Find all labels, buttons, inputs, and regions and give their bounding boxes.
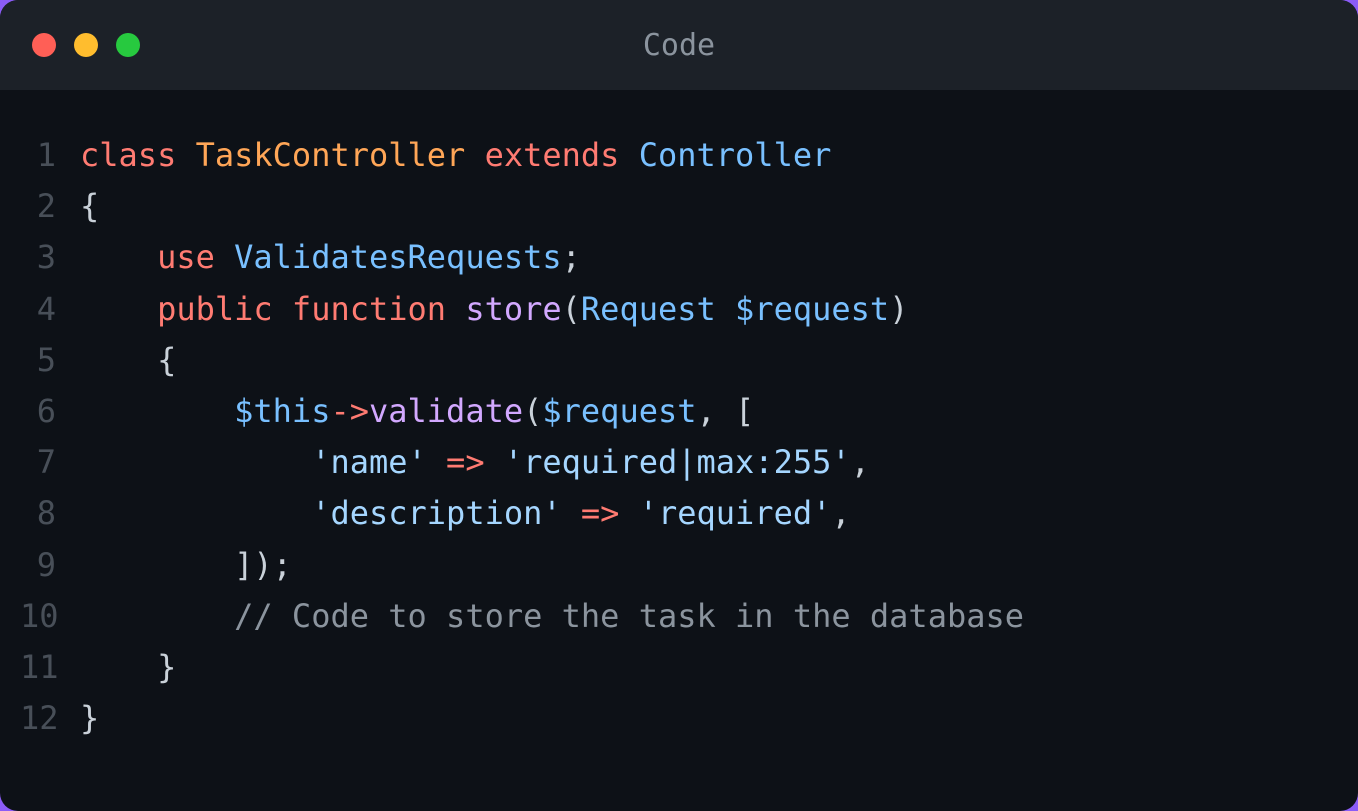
code-token: ]); [80, 546, 292, 584]
code-content[interactable]: { [80, 335, 176, 386]
code-line[interactable]: 5 { [20, 335, 1338, 386]
code-content[interactable]: 'description' => 'required', [80, 488, 851, 539]
maximize-button[interactable] [116, 33, 140, 57]
code-token: Controller [639, 136, 832, 174]
code-line[interactable]: 11 } [20, 642, 1338, 693]
code-token [716, 290, 735, 328]
code-token: => [446, 443, 485, 481]
code-token [562, 494, 581, 532]
code-token: public [157, 290, 273, 328]
line-number: 2 [20, 181, 80, 232]
code-token: , [831, 494, 850, 532]
code-content[interactable]: // Code to store the task in the databas… [80, 591, 1024, 642]
code-content[interactable]: ]); [80, 540, 292, 591]
line-number: 7 [20, 437, 80, 488]
line-number: 10 [20, 591, 80, 642]
line-number: 4 [20, 284, 80, 335]
code-token: ; [562, 238, 581, 276]
code-token: store [465, 290, 561, 328]
code-line[interactable]: 12} [20, 693, 1338, 744]
code-token: } [80, 648, 176, 686]
code-token: ValidatesRequests [234, 238, 562, 276]
code-token [465, 136, 484, 174]
code-token [80, 392, 234, 430]
code-token: $this [234, 392, 330, 430]
code-line[interactable]: 7 'name' => 'required|max:255', [20, 437, 1338, 488]
code-token: { [80, 187, 99, 225]
code-token: { [80, 341, 176, 379]
code-token [80, 494, 311, 532]
window-titlebar: Code [0, 0, 1358, 90]
code-token: extends [485, 136, 620, 174]
line-number: 8 [20, 488, 80, 539]
code-token: $request [735, 290, 889, 328]
code-window: Code 1class TaskController extends Contr… [0, 0, 1358, 811]
code-token: ( [523, 392, 542, 430]
code-line[interactable]: 3 use ValidatesRequests; [20, 232, 1338, 283]
code-token: 'required|max:255' [504, 443, 851, 481]
code-token: ( [562, 290, 581, 328]
code-token [80, 238, 157, 276]
line-number: 5 [20, 335, 80, 386]
code-token: // Code to store the task in the databas… [234, 597, 1024, 635]
code-token: use [157, 238, 215, 276]
code-token [80, 290, 157, 328]
line-number: 12 [20, 693, 80, 744]
window-title: Code [643, 28, 715, 63]
code-line[interactable]: 2{ [20, 181, 1338, 232]
code-token [176, 136, 195, 174]
code-line[interactable]: 9 ]); [20, 540, 1338, 591]
code-token [485, 443, 504, 481]
code-line[interactable]: 10 // Code to store the task in the data… [20, 591, 1338, 642]
code-line[interactable]: 4 public function store(Request $request… [20, 284, 1338, 335]
code-token: -> [330, 392, 369, 430]
code-token [619, 136, 638, 174]
close-button[interactable] [32, 33, 56, 57]
line-number: 6 [20, 386, 80, 437]
code-token: , [ [697, 392, 755, 430]
code-token: TaskController [196, 136, 466, 174]
line-number: 3 [20, 232, 80, 283]
code-token [80, 597, 234, 635]
line-number: 1 [20, 130, 80, 181]
code-token: Request [581, 290, 716, 328]
line-number: 9 [20, 540, 80, 591]
code-token [446, 290, 465, 328]
code-token: => [581, 494, 620, 532]
code-content[interactable]: 'name' => 'required|max:255', [80, 437, 870, 488]
window-controls [32, 33, 140, 57]
code-token [80, 443, 311, 481]
code-token: validate [369, 392, 523, 430]
code-line[interactable]: 6 $this->validate($request, [ [20, 386, 1338, 437]
code-token [427, 443, 446, 481]
code-content[interactable]: class TaskController extends Controller [80, 130, 831, 181]
code-token [273, 290, 292, 328]
code-token [619, 494, 638, 532]
code-content[interactable]: use ValidatesRequests; [80, 232, 581, 283]
code-token: , [851, 443, 870, 481]
code-content[interactable]: public function store(Request $request) [80, 284, 908, 335]
code-content[interactable]: } [80, 642, 176, 693]
line-number: 11 [20, 642, 80, 693]
code-token: class [80, 136, 176, 174]
code-content[interactable]: $this->validate($request, [ [80, 386, 754, 437]
code-token: function [292, 290, 446, 328]
code-token: } [80, 699, 99, 737]
code-editor[interactable]: 1class TaskController extends Controller… [0, 90, 1358, 811]
code-token: ) [889, 290, 908, 328]
code-content[interactable]: { [80, 181, 99, 232]
code-content[interactable]: } [80, 693, 99, 744]
code-token: $request [542, 392, 696, 430]
code-line[interactable]: 8 'description' => 'required', [20, 488, 1338, 539]
code-token: 'description' [311, 494, 561, 532]
code-line[interactable]: 1class TaskController extends Controller [20, 130, 1338, 181]
minimize-button[interactable] [74, 33, 98, 57]
code-token: 'required' [639, 494, 832, 532]
code-token [215, 238, 234, 276]
code-token: 'name' [311, 443, 427, 481]
